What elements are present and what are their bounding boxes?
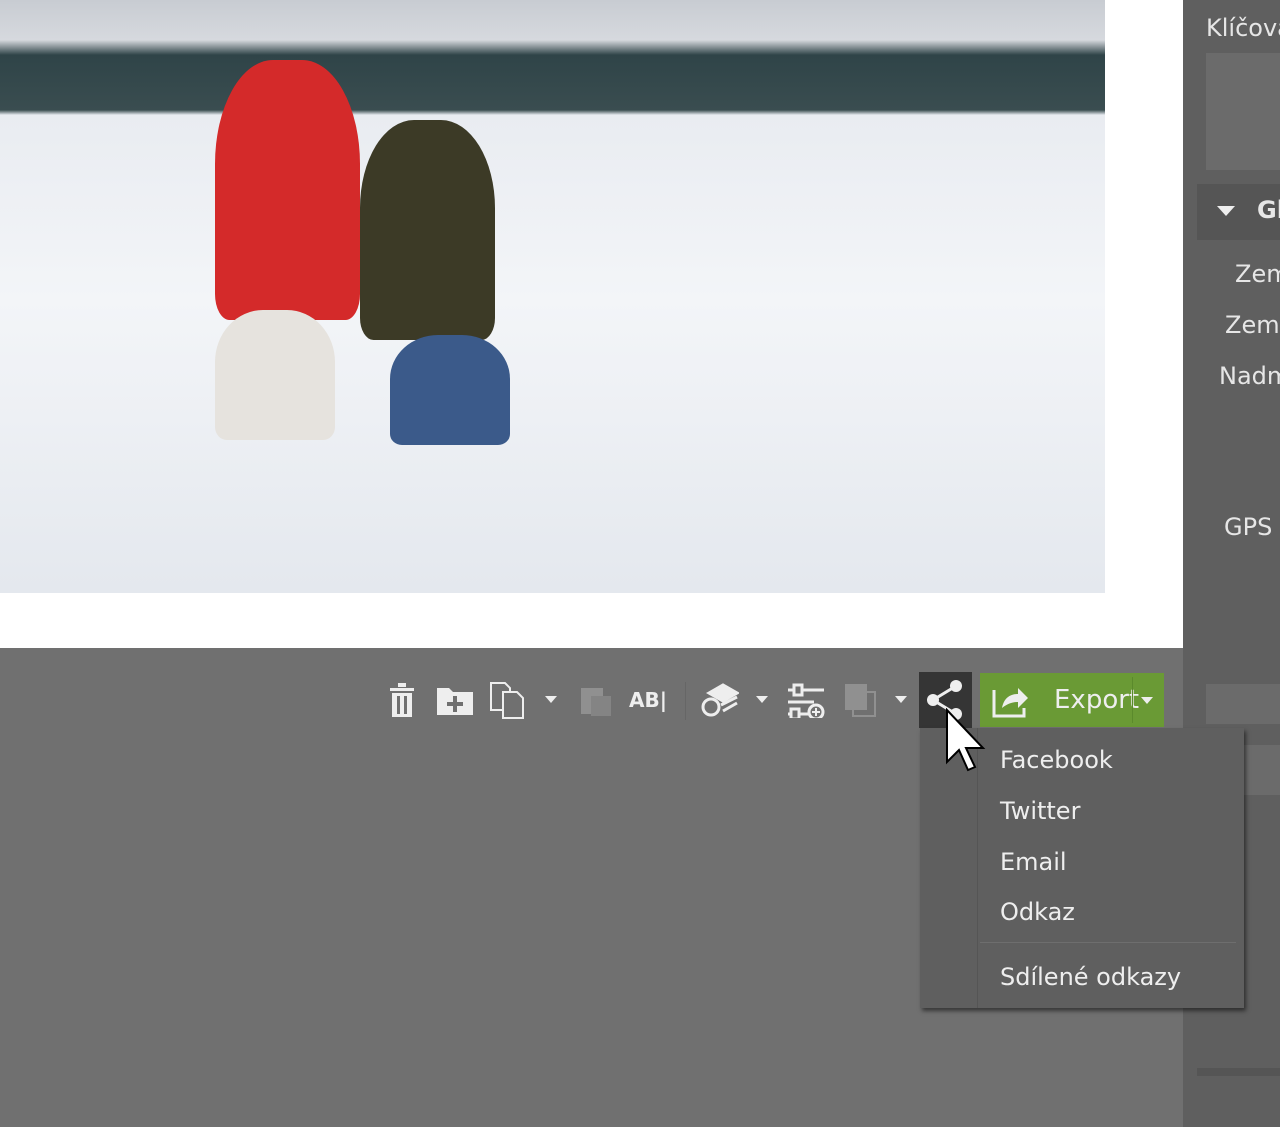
layers-dropdown-icon[interactable] [756, 696, 768, 703]
toolbar-separator [685, 682, 686, 720]
duplicate-dropdown-icon[interactable] [895, 696, 907, 703]
export-split-divider [1132, 677, 1133, 723]
export-button[interactable]: Export [980, 673, 1164, 727]
menu-item-shared-links[interactable]: Sdílené odkazy [1000, 963, 1181, 991]
person-jeans [390, 335, 510, 445]
section-title: Gl [1257, 196, 1280, 224]
divider [1197, 1068, 1280, 1076]
field-label: Zeme [1225, 311, 1280, 339]
person-green-jacket [360, 120, 495, 340]
field-label: GPS [1224, 513, 1273, 541]
menu-item-twitter[interactable]: Twitter [1000, 797, 1080, 825]
menu-item-email[interactable]: Email [1000, 848, 1067, 876]
adjustments-icon[interactable] [786, 678, 826, 722]
rename-icon[interactable]: AB| [628, 678, 668, 722]
field-label: Zem [1235, 260, 1280, 288]
section-header[interactable]: Gl [1197, 184, 1280, 240]
export-dropdown-icon[interactable] [1141, 697, 1153, 704]
photo [0, 0, 1105, 593]
duplicate-icon [840, 678, 880, 722]
export-icon [992, 688, 1028, 718]
menu-separator [980, 942, 1236, 943]
copy-icon[interactable] [488, 678, 528, 722]
keywords-label: Klíčova [1206, 14, 1280, 42]
panel-button[interactable] [1206, 684, 1280, 724]
person-red-jacket [215, 60, 360, 320]
collapse-icon[interactable] [1217, 206, 1235, 216]
menu-item-facebook[interactable]: Facebook [1000, 746, 1113, 774]
menu-item-link[interactable]: Odkaz [1000, 898, 1075, 926]
new-folder-icon[interactable] [435, 678, 475, 722]
mouse-cursor-icon [946, 708, 986, 772]
person-pants [215, 310, 335, 440]
field-label: Nadm [1219, 362, 1280, 390]
keywords-field[interactable] [1206, 53, 1280, 170]
paste-icon [576, 678, 616, 722]
layers-icon[interactable] [700, 678, 740, 722]
copy-dropdown-icon[interactable] [545, 696, 557, 703]
photo-viewer [0, 0, 1183, 648]
trash-icon[interactable] [382, 678, 422, 722]
export-label: Export [1054, 685, 1140, 715]
